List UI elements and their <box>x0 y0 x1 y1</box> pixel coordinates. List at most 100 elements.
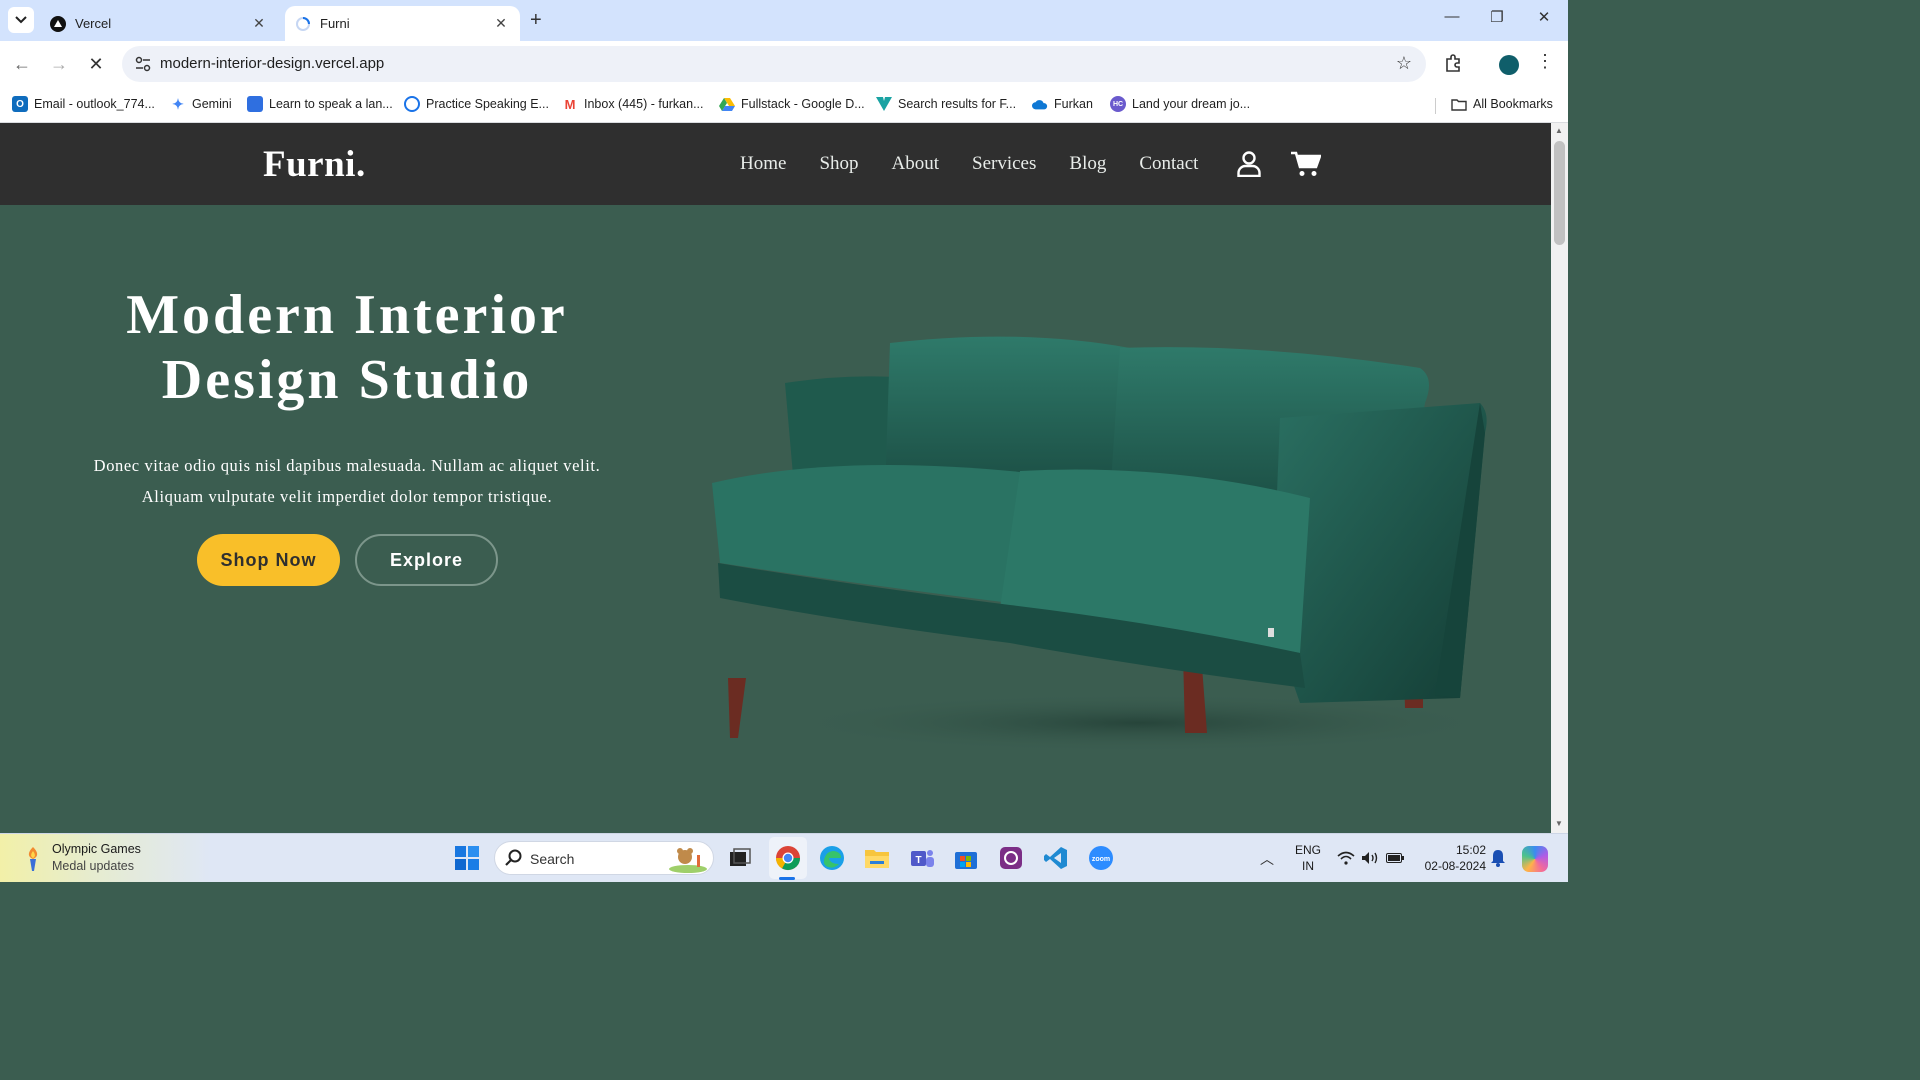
bookmark-item[interactable]: M Inbox (445) - furkan... <box>562 96 704 112</box>
hero-text-line: Aliquam vulputate velit imperdiet dolor … <box>141 487 553 506</box>
vercel-icon <box>50 15 66 32</box>
forward-icon[interactable]: → <box>47 53 71 77</box>
bookmark-item[interactable]: Fullstack - Google D... <box>719 96 865 112</box>
bookmark-item[interactable]: Practice Speaking E... <box>404 96 549 112</box>
shop-now-button[interactable]: Shop Now <box>197 534 340 586</box>
extensions-icon[interactable] <box>1443 52 1465 74</box>
browser-toolbar: ← → ✕ modern-interior-design.vercel.app … <box>0 41 1568 88</box>
wifi-icon[interactable] <box>1337 851 1355 865</box>
browser-tabstrip: Vercel ✕ Furni ✕ + — ❐ ✕ <box>0 0 1568 41</box>
lang-region: IN <box>1302 859 1314 873</box>
vscode-icon[interactable] <box>1041 843 1071 873</box>
vuetify-icon <box>876 96 892 112</box>
taskbar-search-box[interactable]: Search <box>494 841 714 875</box>
all-bookmarks-button[interactable]: All Bookmarks <box>1451 96 1553 112</box>
nav-contact[interactable]: Contact <box>1139 153 1198 175</box>
file-explorer-icon[interactable] <box>862 843 892 873</box>
restore-icon[interactable]: ❐ <box>1482 8 1512 26</box>
bookmark-label: Email - outlook_774... <box>34 97 155 111</box>
hero-text-line: Donec vitae odio quis nisl dapibus males… <box>93 456 601 475</box>
address-bar[interactable]: modern-interior-design.vercel.app ☆ <box>122 46 1426 82</box>
volume-icon[interactable] <box>1361 851 1379 865</box>
bookmark-label: Practice Speaking E... <box>426 97 549 111</box>
site-navbar: Furni. Home Shop About Services Blog Con… <box>0 123 1551 205</box>
bookmark-item[interactable]: Search results for F... <box>876 96 1016 112</box>
nav-home[interactable]: Home <box>740 153 786 175</box>
gemini-icon: ✦ <box>172 95 184 112</box>
bookmark-label: Furkan <box>1054 97 1093 111</box>
page-viewport: Furni. Home Shop About Services Blog Con… <box>0 123 1551 833</box>
site-info-icon[interactable] <box>134 55 152 73</box>
scroll-down-icon[interactable]: ▼ <box>1555 819 1563 828</box>
explore-button[interactable]: Explore <box>355 534 498 586</box>
teams-icon[interactable]: T <box>907 843 937 873</box>
bookmark-label: Inbox (445) - furkan... <box>584 97 704 111</box>
bookmarks-divider <box>1435 98 1436 114</box>
close-icon[interactable]: ✕ <box>492 15 510 32</box>
widget-title: Olympic Games <box>52 842 141 856</box>
new-tab-icon[interactable]: + <box>530 10 542 30</box>
language-indicator[interactable]: ENG IN <box>1293 842 1323 874</box>
tab-title: Vercel <box>75 16 112 31</box>
scroll-up-icon[interactable]: ▲ <box>1555 126 1563 135</box>
loading-spinner-icon <box>295 16 311 32</box>
bookmark-item[interactable]: HC Land your dream jo... <box>1110 96 1250 112</box>
bookmark-item[interactable]: Furkan <box>1032 96 1093 112</box>
search-highlight-icon <box>669 848 707 873</box>
nav-blog[interactable]: Blog <box>1069 153 1106 175</box>
zoom-icon[interactable]: zoom <box>1086 843 1116 873</box>
minimize-icon[interactable]: — <box>1437 8 1467 25</box>
bookmark-item[interactable]: ✦ Gemini <box>170 95 231 112</box>
page-scrollbar[interactable]: ▲ ▼ <box>1551 123 1568 833</box>
hero-title: Modern Interior Design Studio <box>72 283 622 413</box>
user-icon[interactable] <box>1237 151 1261 177</box>
notification-bell-icon[interactable] <box>1490 849 1506 867</box>
torch-icon <box>28 847 38 871</box>
task-view-icon[interactable] <box>725 843 755 873</box>
nav-services[interactable]: Services <box>972 153 1036 175</box>
widget-subtitle: Medal updates <box>52 859 135 873</box>
cart-icon[interactable] <box>1291 151 1321 177</box>
scrollbar-thumb[interactable] <box>1554 141 1565 245</box>
widgets-button[interactable]: Olympic Games Medal updates <box>0 834 210 882</box>
svg-text:T: T <box>915 855 921 866</box>
camera-app-icon[interactable] <box>996 843 1026 873</box>
profile-avatar[interactable] <box>1499 55 1519 75</box>
tab-furni[interactable]: Furni ✕ <box>285 6 520 41</box>
hero-description: Donec vitae odio quis nisl dapibus males… <box>62 450 632 512</box>
menu-kebab-icon[interactable]: ⋮ <box>1536 51 1554 72</box>
bookmark-item[interactable]: Learn to speak a lan... <box>247 96 393 112</box>
copilot-icon[interactable] <box>1522 846 1548 872</box>
close-window-icon[interactable]: ✕ <box>1529 8 1559 26</box>
show-hidden-icons-icon[interactable]: ︿ <box>1260 849 1274 869</box>
battery-icon[interactable] <box>1386 853 1404 863</box>
hero-title-line: Modern Interior <box>126 284 568 346</box>
tab-title: Furni <box>320 16 350 31</box>
url-text: modern-interior-design.vercel.app <box>160 55 385 72</box>
close-icon[interactable]: ✕ <box>250 15 268 32</box>
site-logo[interactable]: Furni. <box>263 143 366 186</box>
practice-icon <box>404 96 420 112</box>
back-icon[interactable]: ← <box>10 53 34 77</box>
svg-text:zoom: zoom <box>1092 856 1110 863</box>
bookmark-label: All Bookmarks <box>1473 97 1553 111</box>
onedrive-icon <box>1032 96 1048 112</box>
microsoft-store-icon[interactable] <box>951 843 981 873</box>
windows-start-icon[interactable] <box>455 846 479 870</box>
bookmark-label: Land your dream jo... <box>1132 97 1251 111</box>
bookmark-item[interactable]: O Email - outlook_774... <box>12 96 155 112</box>
stop-loading-icon[interactable]: ✕ <box>84 53 108 77</box>
tab-search-button[interactable] <box>8 7 34 33</box>
system-clock[interactable]: 15:02 02-08-2024 <box>1412 842 1486 874</box>
tab-vercel[interactable]: Vercel ✕ <box>40 6 278 41</box>
edge-icon[interactable] <box>817 843 847 873</box>
nav-about[interactable]: About <box>892 153 940 175</box>
bookmark-label: Search results for F... <box>898 97 1017 111</box>
clock-time: 15:02 <box>1455 843 1486 857</box>
nav-shop[interactable]: Shop <box>819 153 858 175</box>
job-site-icon: HC <box>1110 96 1126 112</box>
bookmark-star-icon[interactable]: ☆ <box>1396 53 1412 74</box>
folder-icon <box>1451 96 1467 112</box>
search-icon <box>505 849 522 866</box>
chrome-icon[interactable] <box>773 843 803 873</box>
